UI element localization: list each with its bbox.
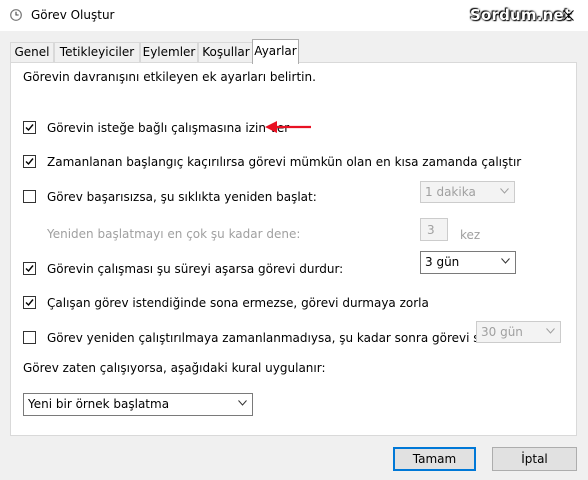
chevron-down-icon [546, 328, 555, 334]
clock-icon [10, 9, 22, 21]
checkmark-icon [25, 124, 34, 132]
restart-interval-select[interactable]: 1 dakika [420, 181, 515, 203]
delete-duration-select[interactable]: 30 gün [476, 321, 561, 343]
window-title: Görev Oluştur [31, 8, 115, 22]
chevron-down-icon [238, 400, 247, 406]
tab-general[interactable]: Genel [10, 42, 54, 62]
delete-if-not-scheduled-checkbox[interactable] [23, 331, 36, 344]
restart-attempts-unit: kez [460, 228, 481, 242]
tab-triggers[interactable]: Tetikleyiciler [54, 42, 140, 62]
tab-settings[interactable]: Ayarlar [252, 39, 299, 64]
already-running-rule-value: Yeni bir örnek başlatma [28, 397, 170, 411]
restart-on-fail-checkbox[interactable] [23, 190, 36, 203]
restart-attempts-value: 3 [427, 223, 435, 237]
already-running-rule-select[interactable]: Yeni bir örnek başlatma [23, 393, 253, 416]
stop-if-longer-label: Görevin çalışması şu süreyi aşarsa görev… [47, 262, 344, 276]
restart-attempts-label: Yeniden başlatmayı en çok şu kadar dene: [47, 227, 301, 241]
delete-if-not-scheduled-label: Görev yeniden çalıştırılmaya zamanlanmad… [47, 331, 491, 345]
checkmark-icon [25, 299, 34, 307]
allow-on-demand-checkbox[interactable] [23, 121, 36, 134]
stop-duration-select[interactable]: 3 gün [420, 251, 516, 274]
force-stop-label: Çalışan görev istendiğinde sona ermezse,… [47, 296, 429, 310]
already-running-label: Görev zaten çalışıyorsa, aşağıdaki kural… [23, 361, 326, 375]
delete-duration-value: 30 gün [481, 325, 523, 339]
settings-description: Görevin davranışını etkileyen ek ayarlar… [23, 70, 316, 84]
ok-button[interactable]: Tamam [393, 447, 476, 471]
tab-conditions[interactable]: Koşullar [198, 42, 254, 62]
allow-on-demand-label: Görevin isteğe bağlı çalışmasına izin ve… [47, 121, 290, 135]
cancel-button[interactable]: İptal [492, 447, 577, 471]
checkmark-icon [25, 158, 34, 166]
title-bar: Görev Oluştur Sordum.net [0, 0, 588, 31]
restart-attempts-input[interactable]: 3 [420, 218, 448, 241]
chevron-down-icon [500, 188, 509, 194]
close-icon [563, 10, 574, 21]
stop-if-longer-checkbox[interactable] [23, 262, 36, 275]
stop-duration-value: 3 gün [425, 255, 460, 269]
chevron-down-icon [501, 258, 510, 264]
tab-actions[interactable]: Eylemler [140, 42, 198, 62]
settings-panel [10, 62, 577, 436]
red-arrow-annotation [265, 121, 311, 133]
restart-interval-value: 1 dakika [425, 185, 476, 199]
run-after-missed-checkbox[interactable] [23, 155, 36, 168]
close-button[interactable] [549, 0, 588, 31]
run-after-missed-label: Zamanlanan başlangıç kaçırılırsa görevi … [47, 155, 522, 169]
restart-on-fail-label: Görev başarısızsa, şu sıklıkta yeniden b… [47, 190, 317, 204]
checkmark-icon [25, 265, 34, 273]
force-stop-checkbox[interactable] [23, 296, 36, 309]
